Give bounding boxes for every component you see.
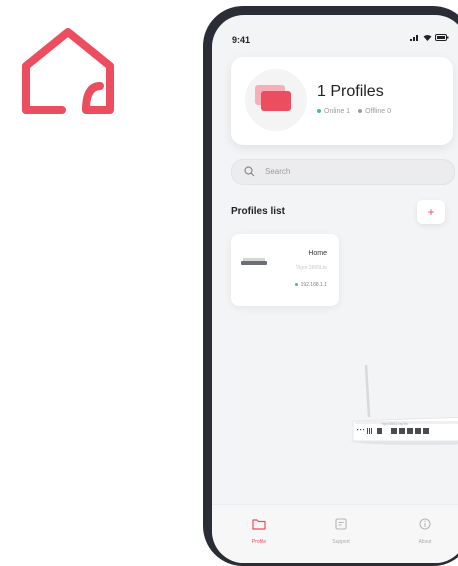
offline-status: Offline 0 <box>358 108 391 115</box>
router-illustration: Vigor2865 DrayTek <box>351 365 458 445</box>
home-logo-icon <box>22 28 114 114</box>
add-profile-button[interactable]: + <box>417 200 445 224</box>
profiles-list-title: Profiles list <box>231 206 285 217</box>
online-dot-icon <box>317 109 321 114</box>
ip-online-dot-icon <box>294 283 298 287</box>
search-placeholder: Search <box>265 167 291 176</box>
connection-status: Online 1 Offline 0 <box>317 108 391 115</box>
status-bar: 9:41 <box>212 15 458 55</box>
tab-about[interactable]: About <box>395 517 455 545</box>
router-thumbnail-icon <box>241 261 267 265</box>
profile-name: Home <box>308 250 327 257</box>
online-status: Online 1 <box>317 108 350 115</box>
tab-profile-label: Profile <box>251 539 267 545</box>
avatar-shape-front <box>261 91 291 111</box>
search-icon <box>244 166 255 177</box>
profile-card[interactable]: Home Vigor 2865Lte 192.168.1.1 <box>231 234 339 306</box>
signal-icon <box>410 35 418 41</box>
app-screen: 9:41 1 Profiles Online 1 Offline 0 Searc… <box>212 15 458 563</box>
battery-icon <box>435 34 449 41</box>
phone-frame: 9:41 1 Profiles Online 1 Offline 0 Searc… <box>203 6 458 566</box>
wifi-icon <box>423 35 432 41</box>
profile-model: Vigor 2865Lte <box>295 265 327 271</box>
folder-icon <box>252 519 266 530</box>
profiles-count-title: 1 Profiles <box>317 83 384 100</box>
profiles-avatar <box>245 69 307 131</box>
search-input[interactable]: Search <box>231 159 455 185</box>
offline-dot-icon <box>358 109 363 114</box>
bottom-tab-bar: Profile Support About <box>212 504 458 563</box>
tab-support-label: Support <box>332 539 350 545</box>
profile-ip: 192.168.1.1 <box>294 282 327 288</box>
router-brand-label: Vigor2865 DrayTek <box>381 422 408 426</box>
status-icons <box>410 34 449 41</box>
info-icon <box>419 518 431 530</box>
tab-about-label: About <box>418 539 432 545</box>
tab-profile[interactable]: Profile <box>229 517 289 545</box>
status-time: 9:41 <box>232 35 251 45</box>
support-icon <box>335 518 347 530</box>
profiles-summary-card[interactable]: 1 Profiles Online 1 Offline 0 <box>231 57 453 145</box>
tab-support[interactable]: Support <box>311 517 371 545</box>
